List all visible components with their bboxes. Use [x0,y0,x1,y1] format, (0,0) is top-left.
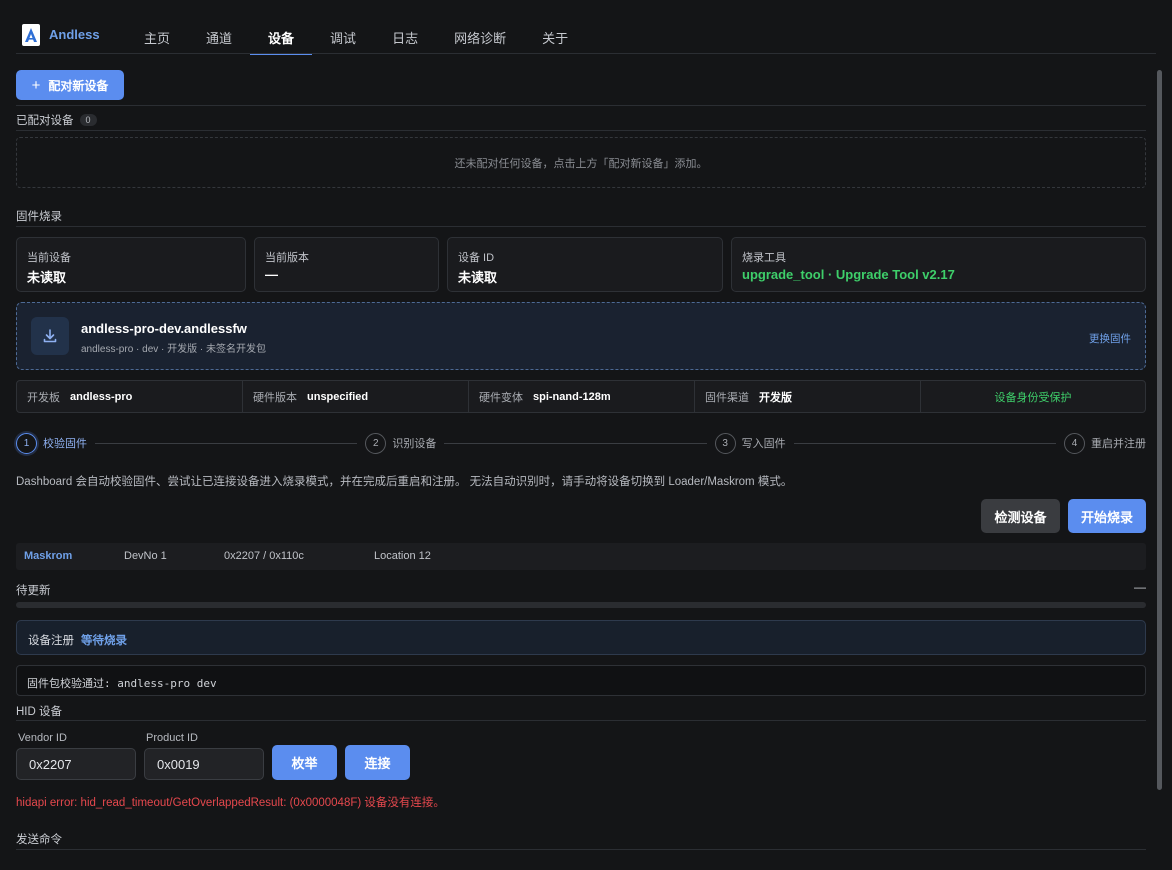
flash-log-output: 固件包校验通过: andless-pro dev [16,665,1146,696]
firmware-meta-row: 开发板 andless-pro 硬件版本 unspecified 硬件变体 sp… [16,380,1146,413]
device-location: Location 12 [374,550,431,562]
andless-logo-icon [22,24,40,46]
meta-channel-value: 开发版 [759,391,792,404]
send-command-title: 发送命令 [16,834,62,846]
detected-device-row[interactable]: Maskrom DevNo 1 0x2207 / 0x110c Location… [16,543,1146,570]
paired-devices-empty-state: 还未配对任何设备，点击上方「配对新设备」添加。 [16,137,1146,188]
change-firmware-link[interactable]: 更换固件 [1089,331,1131,346]
device-registration-status: 设备注册 等待烧录 [16,620,1146,655]
product-id-label: Product ID [146,732,198,744]
registration-value: 等待烧录 [81,635,127,647]
meta-board-label: 开发板 [27,391,60,404]
identity-protected-text: 设备身份受保护 [994,391,1072,404]
enumerate-button[interactable]: 枚举 [272,745,337,780]
nav-tab-debug[interactable]: 调试 [312,20,374,54]
meta-variant-value: spi-nand-128m [533,390,611,403]
pair-new-device-label: 配对新设备 [48,78,109,93]
step-2-number: 2 [365,432,387,454]
nav-tab-network-diagnostics[interactable]: 网络诊断 [436,20,524,54]
divider [16,720,1146,721]
step-connector [444,442,707,444]
flash-description: Dashboard 会自动校验固件、尝试让已连接设备进入烧录模式，并在完成后重启… [16,476,793,488]
meta-hardware-variant: 硬件变体 spi-nand-128m [469,381,695,412]
meta-hw-value: unspecified [307,390,369,403]
meta-variant-label: 硬件变体 [479,391,523,404]
product-id-input[interactable] [144,748,264,780]
pending-update-dash: — [1134,580,1146,594]
card-value: 未读取 [458,270,498,285]
detect-device-button[interactable]: 检测设备 [981,499,1060,533]
registration-label: 设备注册 [28,635,74,647]
step-connector [793,442,1056,444]
card-value: 未读取 [27,270,67,285]
paired-devices-heading: 已配对设备 0 [16,112,97,128]
flash-steps: 1 校验固件 2 识别设备 3 写入固件 4 重启并注册 [16,432,1146,454]
meta-firmware-channel: 固件渠道 开发版 [695,381,921,412]
plus-icon: + [31,76,41,94]
divider [16,849,1146,850]
vendor-id-label: Vendor ID [18,732,67,744]
device-mode: Maskrom [24,550,73,562]
flash-progress-bar [16,602,1146,608]
meta-channel-label: 固件渠道 [705,391,749,404]
step-connector [95,442,358,444]
firmware-file-name: andless-pro-dev.andlessfw [81,321,247,336]
step-4-number: 4 [1063,432,1085,454]
nav-divider [16,53,1156,54]
meta-board-value: andless-pro [70,390,133,403]
log-line: 固件包校验通过: andless-pro dev [27,677,217,690]
connect-button[interactable]: 连接 [345,745,410,780]
paired-devices-title: 已配对设备 [16,115,74,127]
nav-tab-about[interactable]: 关于 [524,20,586,54]
nav-tab-home[interactable]: 主页 [126,20,188,54]
info-card-current-device: 当前设备 未读取 [16,237,246,292]
firmware-section-title: 固件烧录 [16,211,62,223]
divider [16,105,1146,106]
vendor-id-input[interactable] [16,748,136,780]
pending-update-label: 待更新 [16,585,51,597]
step-3-label: 写入固件 [741,438,786,450]
step-1-number: 1 [16,432,37,454]
step-3-number: 3 [714,432,736,454]
nav-tab-logs[interactable]: 日志 [374,20,436,54]
info-card-device-id: 设备 ID 未读取 [447,237,723,292]
empty-state-text: 还未配对任何设备，点击上方「配对新设备」添加。 [454,157,708,170]
firmware-file-dropzone[interactable]: andless-pro-dev.andlessfw andless-pro · … [16,302,1146,370]
device-devno: DevNo 1 [124,550,167,562]
meta-hardware-version: 硬件版本 unspecified [243,381,469,412]
firmware-file-meta: andless-pro · dev · 开发版 · 未签名开发包 [81,344,267,355]
card-label: 当前设备 [27,252,71,264]
top-navigation-bar: Andless 主页 通道 设备 调试 日志 网络诊断 关于 [0,0,1172,55]
card-label: 烧录工具 [742,252,786,264]
meta-hw-label: 硬件版本 [253,391,297,404]
meta-board: 开发板 andless-pro [17,381,243,412]
info-card-flash-tool: 烧录工具 upgrade_tool · Upgrade Tool v2.17 [731,237,1146,292]
step-4-label: 重启并注册 [1090,438,1146,450]
card-label: 设备 ID [458,252,495,264]
paired-count-badge: 0 [79,114,97,126]
app-name: Andless [49,27,100,42]
pair-new-device-button[interactable]: + 配对新设备 [16,70,124,100]
meta-identity-protected: 设备身份受保护 [921,381,1145,412]
divider [16,226,1146,227]
step-2-label: 识别设备 [392,438,437,450]
divider [16,130,1146,131]
hid-section-title: HID 设备 [16,706,62,718]
page-scrollbar[interactable] [1157,70,1162,790]
nav-tab-channels[interactable]: 通道 [188,20,250,54]
card-label: 当前版本 [265,252,309,264]
card-value: — [265,267,278,282]
nav-tab-devices[interactable]: 设备 [250,20,313,55]
step-1-label: 校验固件 [43,438,87,450]
info-card-current-version: 当前版本 — [254,237,439,292]
start-flash-button[interactable]: 开始烧录 [1068,499,1146,533]
device-vid-pid: 0x2207 / 0x110c [224,550,304,562]
download-icon [31,317,69,355]
main-nav: 主页 通道 设备 调试 日志 网络诊断 关于 [126,20,586,55]
hid-error-message: hidapi error: hid_read_timeout/GetOverla… [16,797,445,809]
card-value: upgrade_tool · Upgrade Tool v2.17 [742,267,955,282]
